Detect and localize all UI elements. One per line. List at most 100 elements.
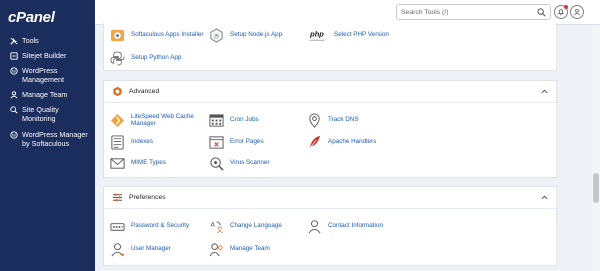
notifications-button[interactable] [554,5,568,19]
user-icon [574,8,580,16]
sidebar-item-label: WordPress Management [22,66,64,84]
sidebar-item-label: Sitejet Builder [22,51,67,60]
sidebar-item-wordpress-softaculous[interactable]: W WordPress Manager by Softaculous [0,130,95,160]
sidebar-item-wordpress-management[interactable]: W WordPress Management [0,66,95,90]
calendar-icon [208,112,224,128]
php-icon: php [306,27,328,43]
apache-handlers-link[interactable]: Apache Handlers [306,134,376,150]
sidebar-item-sitejet[interactable]: Sitejet Builder [0,51,95,66]
password-security-link[interactable]: Password & Security [109,218,189,234]
item-label: Apache Handlers [328,138,377,146]
setup-python-link[interactable]: Setup Python App [109,50,181,66]
contact-information-link[interactable]: Contact Information [306,218,383,234]
sidebar-item-tools[interactable]: Tools [0,36,95,51]
svg-text:W: W [11,133,16,138]
user-manager-link[interactable]: User Manager [109,241,171,257]
contact-icon [306,218,322,234]
change-language-link[interactable]: A文 Change Language [208,218,282,234]
item-label: Contact Information [328,222,383,230]
setup-nodejs-link[interactable]: JS Setup Node.js App [208,27,282,43]
error-pages-link[interactable]: Error Pages [208,134,264,150]
item-label: Setup Node.js App [230,31,283,39]
top-bar: Search Tools (/) [95,0,600,25]
sidebar-item-label: WordPress Manager by Softaculous [22,130,88,148]
item-label: LiteSpeed Web Cache Manager [131,112,194,128]
item-label: User Manager [131,245,171,253]
litespeed-cache-link[interactable]: LiteSpeed Web Cache Manager [109,112,195,128]
wordpress-icon: W [8,130,19,139]
svg-text:php: php [309,29,324,38]
mime-types-link[interactable]: MIME Types [109,155,166,171]
scrollbar-thumb[interactable] [593,173,599,203]
track-dns-link[interactable]: Track DNS [306,112,359,128]
mime-icon [109,155,125,171]
chevron-up-icon[interactable] [541,194,548,201]
feather-icon [306,134,322,150]
wordpress-icon: W [8,66,19,75]
cron-jobs-link[interactable]: Cron Jobs [208,112,259,128]
preferences-sliders-icon [111,192,123,204]
chevron-up-icon[interactable] [541,88,548,95]
section-title: Preferences [129,194,166,201]
advanced-section: Advanced LiteSpeed Web Cache Manager Cro… [103,80,557,178]
svg-text:W: W [11,69,16,74]
user-icon [109,241,125,257]
item-label: Setup Python App [131,54,182,62]
password-icon [109,218,125,234]
sitejet-icon [8,51,19,60]
preferences-header[interactable]: Preferences [104,187,556,209]
nodejs-icon: JS [208,27,224,43]
cpanel-logo[interactable]: cPanel [8,9,55,26]
sidebar: cPanel Tools Sitejet Builder W WordPress… [0,0,95,271]
virus-scanner-link[interactable]: Virus Scanner [208,155,269,171]
section-title: Advanced [129,88,160,95]
main-content: Softaculous Apps Installer JS Setup Node… [95,23,600,271]
user-menu-button[interactable] [570,5,584,19]
search-placeholder: Search Tools (/) [401,9,449,16]
sidebar-item-site-quality[interactable]: Site Quality Monitoring [0,105,95,130]
indexes-link[interactable]: Indexes [109,134,153,150]
sidebar-item-label: Manage Team [22,90,68,99]
advanced-gear-icon [111,86,123,98]
search-icon[interactable] [537,8,546,17]
item-label: Track DNS [328,116,359,124]
svg-text:A: A [210,220,215,228]
search-input[interactable]: Search Tools (/) [396,4,551,20]
page-scrollbar[interactable] [592,25,600,271]
item-label: Softaculous Apps Installer [131,31,204,39]
language-icon: A文 [208,218,224,234]
sidebar-item-label: Tools [22,36,39,45]
item-label: Indexes [131,138,154,146]
wrench-icon [8,36,19,45]
item-label: MIME Types [131,159,166,167]
manage-team-link[interactable]: Manage Team [208,241,270,257]
litespeed-icon [109,112,125,128]
team-icon [8,90,19,99]
item-label: Select PHP Version [334,31,389,39]
sidebar-item-label: Site Quality Monitoring [22,105,59,123]
preferences-section: Preferences Password & Security A文 Chang… [103,186,557,266]
notification-dot [564,5,568,9]
item-label: Cron Jobs [230,116,259,124]
sidebar-item-manage-team[interactable]: Manage Team [0,90,95,105]
team-icon [208,241,224,257]
index-icon [109,134,125,150]
item-label: Error Pages [230,138,264,146]
software-section: Softaculous Apps Installer JS Setup Node… [103,23,557,71]
item-label: Virus Scanner [230,159,270,167]
advanced-header[interactable]: Advanced [104,81,556,103]
python-icon [109,50,125,66]
svg-text:JS: JS [213,33,218,39]
error-page-icon [208,134,224,150]
location-icon [306,112,322,128]
item-label: Password & Security [131,222,190,230]
softaculous-icon [109,27,125,43]
item-label: Change Language [230,222,282,230]
softaculous-apps-link[interactable]: Softaculous Apps Installer [109,27,203,43]
monitor-icon [8,105,19,114]
item-label: Manage Team [230,245,270,253]
svg-text:文: 文 [216,225,223,234]
sidebar-nav: Tools Sitejet Builder W WordPress Manage… [0,36,95,160]
scanner-icon [208,155,224,171]
select-php-link[interactable]: php Select PHP Version [306,27,389,43]
